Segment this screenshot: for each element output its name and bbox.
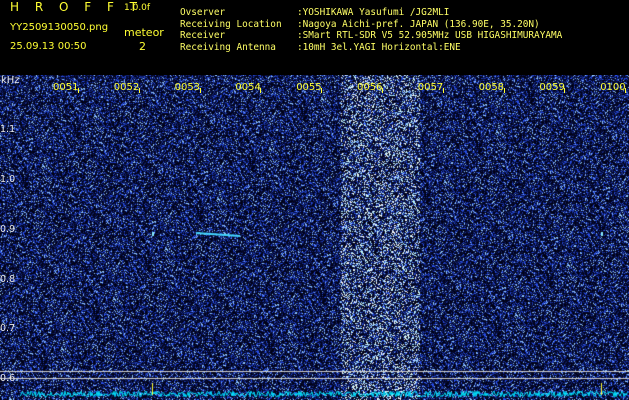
time-tick-label: 0056 [357, 82, 383, 93]
time-tick-label: 0053 [174, 82, 201, 93]
time-tick-label: 0054 [235, 82, 261, 93]
time-tick [564, 88, 566, 93]
freq-tick-label: 0.7 [0, 323, 16, 334]
time-tick-label: 0055 [296, 82, 322, 93]
time-tick-label: 0100 [600, 82, 626, 93]
time-tick [260, 88, 262, 93]
freq-tick-label: 0.6 [0, 373, 16, 384]
time-tick [199, 88, 201, 93]
info-row-receiver: Receiver:SMart RTL-SDR V5 52.905MHz USB … [180, 30, 563, 42]
time-tick [442, 88, 444, 93]
meteor-label: meteor [124, 26, 164, 39]
info-row-antenna: Receiving Antenna:10mH 3el.YAGI Horizont… [180, 41, 461, 53]
spectrogram [0, 75, 629, 400]
freq-tick-label: 1.0 [0, 174, 16, 185]
hrofft-display: H R O F F T 1.0.0f YY2509130050.png 25.0… [0, 0, 629, 400]
file-datetime: 25.09.13 00:50 [10, 41, 87, 52]
time-tick [625, 88, 627, 93]
time-tick-label: 0057 [417, 82, 444, 93]
app-version: 1.0.0f [124, 3, 151, 13]
file-name: YY2509130050.png [10, 22, 109, 33]
time-tick [503, 88, 505, 93]
info-row-location: Receiving Location:Nagoya Aichi-pref. JA… [180, 18, 540, 30]
freq-tick-label: 0.8 [0, 274, 16, 285]
freq-unit-label: kHz [1, 75, 20, 86]
time-tick-label: 0052 [113, 82, 140, 93]
freq-tick-label: 0.9 [0, 224, 16, 235]
freq-tick-label: 1.1 [0, 124, 16, 135]
time-tick-label: 0059 [539, 82, 565, 93]
time-tick-label: 0051 [53, 82, 79, 93]
meteor-count: 2 [139, 40, 146, 53]
time-tick [382, 88, 383, 93]
info-row-observer: Ovserver:YOSHIKAWA Yasufumi /JG2MLI [180, 7, 450, 18]
time-tick [78, 88, 79, 93]
station-info: Ovserver:YOSHIKAWA Yasufumi /JG2MLI Rece… [180, 7, 562, 53]
time-tick [321, 88, 323, 93]
time-tick [138, 88, 140, 93]
time-tick-label: 0058 [478, 82, 505, 93]
